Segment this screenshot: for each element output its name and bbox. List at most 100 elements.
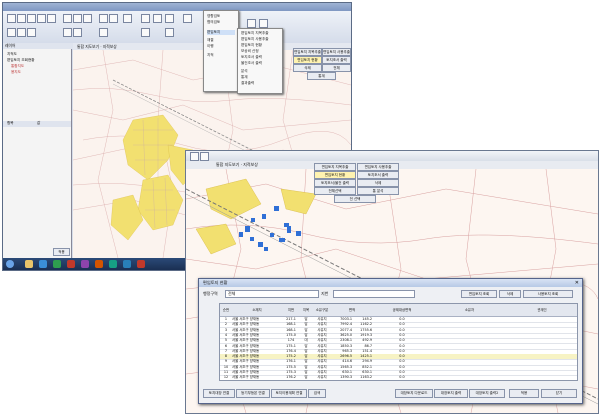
back-side-buttons: 편입토지 지목추출 편입토지 사용추출 편입토지 현황 토지조서 출력 삭제 전… (293, 48, 351, 78)
print2-button[interactable]: 대장토지 출력2 (469, 389, 505, 398)
submenu-item[interactable]: 분석 (241, 69, 248, 74)
settings-icon[interactable] (247, 19, 256, 28)
column-header[interactable]: 공제대상면적 (372, 304, 433, 317)
column-header[interactable]: 소유자 (432, 304, 508, 317)
excel-icon[interactable] (53, 260, 61, 268)
close-icon[interactable]: ✕ (575, 279, 579, 287)
side-button[interactable]: 편입토지 사용추출 (322, 48, 351, 56)
side-button[interactable]: 편입토지 지목추출 (314, 163, 356, 171)
apply-button[interactable]: 적용 (509, 389, 539, 398)
color-icon[interactable] (183, 14, 192, 23)
layer-item[interactable]: 통합지도 (11, 64, 24, 69)
refresh-icon[interactable] (17, 28, 26, 37)
menu-item[interactable]: 영향검토 (207, 14, 220, 19)
hand-icon[interactable] (200, 152, 209, 161)
start-icon[interactable] (6, 260, 14, 268)
grid-icon[interactable] (141, 28, 150, 37)
layer-item[interactable]: 지적도 (7, 52, 17, 57)
district-select[interactable]: 전체 (225, 290, 319, 298)
app-icon[interactable] (67, 260, 75, 268)
parcel-status-dialog: 편입토지 현황 ✕ 행정구역 전체 지번 편입토지 조회 삭제 사용토지 조회 … (198, 278, 583, 404)
apply-button[interactable]: 적용 (53, 248, 70, 256)
side-button[interactable]: 삭제 (357, 179, 399, 187)
side-button[interactable]: 삭제 (293, 64, 322, 72)
front-side-buttons: 편입토지 지목추출 편입토지 사용추출 편입토지 현황 토지조서 출력 토지조서… (314, 163, 398, 203)
print-button[interactable]: 대장토지 출력 (434, 389, 468, 398)
tools-icon[interactable] (259, 19, 268, 28)
side-button[interactable]: 토지조서/물건 출력 (314, 179, 356, 187)
parcel-search-button[interactable]: 편입토지 조회 (461, 290, 497, 298)
menu-item[interactable]: 협의검토 (207, 20, 220, 25)
app-icon[interactable] (137, 260, 145, 268)
table-row[interactable]: 12서울 서초구 양재동176-2답사유지1390.31163.20.0 (220, 375, 577, 381)
pan-icon[interactable] (83, 14, 92, 23)
paste-icon[interactable] (73, 28, 82, 37)
used-land-search-button[interactable]: 사용토지 조회 (523, 290, 573, 298)
zoom-out-icon[interactable] (73, 14, 82, 23)
app-icon[interactable] (123, 260, 131, 268)
submenu-item[interactable]: 보상비 산정 (241, 49, 259, 54)
print-icon[interactable] (37, 14, 46, 23)
jibun-input[interactable] (333, 290, 415, 298)
delete-icon[interactable] (99, 28, 108, 37)
menu-item[interactable]: 지적 (207, 53, 214, 58)
text-icon[interactable] (123, 14, 132, 23)
identify-icon[interactable] (7, 28, 16, 37)
column-header[interactable]: 면적 (332, 304, 373, 317)
side-button[interactable]: 전체 (322, 64, 351, 72)
search-button[interactable]: 검색 (308, 389, 326, 398)
save-icon[interactable] (27, 14, 36, 23)
column-header[interactable]: 지번 (282, 304, 301, 317)
side-button[interactable]: 토지조서 출력 (322, 56, 351, 64)
layer-item[interactable]: 용지도 (11, 70, 21, 75)
menu-item[interactable]: 재결 (207, 38, 214, 43)
zoom-in-icon[interactable] (63, 14, 72, 23)
fullextent-icon[interactable] (27, 28, 36, 37)
submenu-item[interactable]: 편입토지 지목추출 (241, 31, 269, 36)
delete-button[interactable]: 삭제 (499, 290, 521, 298)
close-button[interactable]: 닫기 (541, 389, 577, 398)
side-button[interactable]: 편입토지 사용추출 (357, 163, 399, 171)
app-icon[interactable] (95, 260, 103, 268)
browser-icon[interactable] (39, 260, 47, 268)
column-header[interactable]: 관계인 (507, 304, 578, 317)
submenu-item[interactable]: 편입토지 사용추출 (241, 37, 269, 42)
side-button[interactable]: 통계 (307, 72, 336, 80)
land-register-button[interactable]: 토지대장 연결 (203, 389, 235, 398)
export-icon[interactable] (165, 28, 174, 37)
polygon-icon[interactable] (165, 14, 174, 23)
draw-line-icon[interactable] (153, 14, 162, 23)
pointer-icon[interactable] (190, 152, 199, 161)
new-icon[interactable] (7, 14, 16, 23)
column-header[interactable]: 소유구분 (312, 304, 333, 317)
open-icon[interactable] (17, 14, 26, 23)
select-icon[interactable] (99, 14, 108, 23)
undo-icon[interactable] (47, 14, 56, 23)
explorer-icon[interactable] (25, 260, 33, 268)
menu-item-active[interactable]: 편입토지 (207, 30, 235, 35)
menu-item[interactable]: 이행 (207, 44, 214, 49)
side-button[interactable]: 토지조서 출력 (357, 171, 399, 179)
app-icon[interactable] (81, 260, 89, 268)
submenu-item[interactable]: 편입토지 현황 (241, 43, 262, 48)
submenu-item[interactable]: 통계 (241, 75, 248, 80)
side-button[interactable]: 편입토지 현황 (293, 56, 322, 64)
side-button[interactable]: 전체선택 (314, 187, 356, 195)
column-header[interactable]: 소재지 (232, 304, 283, 317)
submenu-item[interactable]: 결과출력 (241, 81, 254, 86)
app-icon[interactable] (109, 260, 117, 268)
submenu-item[interactable]: 물건조서 출력 (241, 61, 262, 66)
side-button[interactable]: 편입토지 지목추출 (293, 48, 322, 56)
side-button[interactable]: 전 선택 (334, 195, 376, 203)
layer-icon[interactable] (141, 14, 150, 23)
download-button[interactable]: 대장토지 다운로드 (395, 389, 433, 398)
side-button[interactable]: 통 분석 (357, 187, 399, 195)
measure-icon[interactable] (109, 14, 118, 23)
side-button-active[interactable]: 편입토지 현황 (314, 171, 356, 179)
front-map-tab[interactable]: 통합 지도보기 · 지적보상 (216, 162, 258, 168)
copy-icon[interactable] (63, 28, 72, 37)
land-use-plan-button[interactable]: 토지이용계획 연결 (271, 389, 307, 398)
registry-button[interactable]: 등기부등본 연결 (236, 389, 270, 398)
layer-item[interactable]: 편입토지 조회현황 (7, 58, 35, 63)
submenu-item[interactable]: 토지조서 출력 (241, 55, 262, 60)
